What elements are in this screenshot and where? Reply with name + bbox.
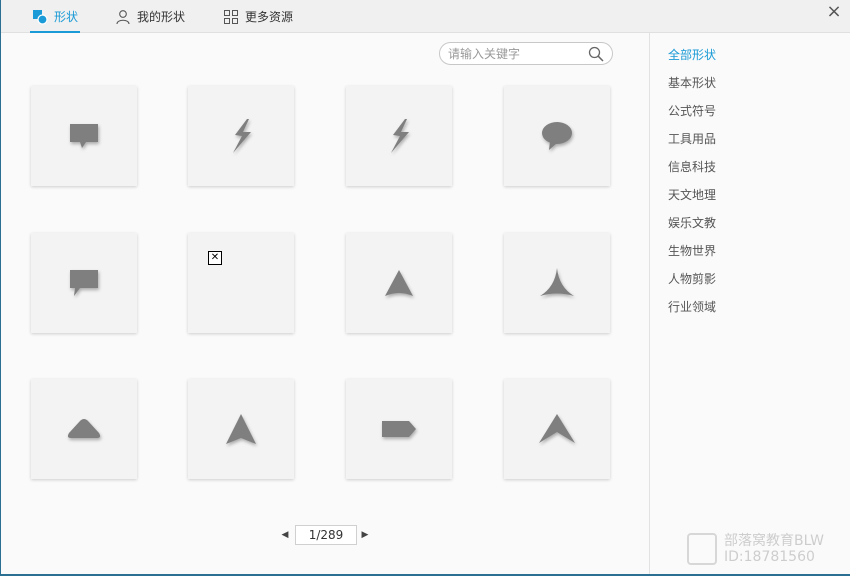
category-biology[interactable]: 生物世界 xyxy=(668,242,716,259)
shape-item[interactable] xyxy=(346,86,452,186)
tab-more-resources[interactable]: 更多资源 xyxy=(223,0,293,33)
shape-library-window: 形状 我的形状 更多资源 × 请输入关键字 ✕ ◀ 1/289 ▶ 全部形状 基… xyxy=(0,0,850,576)
tab-bar: 形状 我的形状 更多资源 × xyxy=(1,0,850,33)
watermark: 部落窝教育BLW ID:18781560 xyxy=(687,530,847,570)
category-info-tech[interactable]: 信息科技 xyxy=(668,158,716,175)
next-page-icon[interactable]: ▶ xyxy=(360,529,370,541)
shape-item[interactable] xyxy=(504,86,610,186)
grid-icon xyxy=(223,9,239,25)
concave-arrow-icon xyxy=(540,268,574,296)
speech-bubble-left-tail-icon xyxy=(70,270,98,296)
category-tools[interactable]: 工具用品 xyxy=(668,130,716,147)
category-silhouettes[interactable]: 人物剪影 xyxy=(668,270,716,287)
category-all-shapes[interactable]: 全部形状 xyxy=(668,46,716,63)
shape-item[interactable] xyxy=(346,379,452,479)
category-entertainment-education[interactable]: 娱乐文教 xyxy=(668,214,716,231)
tab-label: 我的形状 xyxy=(137,10,186,24)
watermark-logo-icon xyxy=(687,533,717,565)
shape-item[interactable] xyxy=(504,379,610,479)
user-icon xyxy=(115,9,131,25)
shape-icon xyxy=(32,9,48,25)
search-input[interactable] xyxy=(448,45,586,62)
rounded-triangle-icon xyxy=(67,419,101,438)
category-sidebar: 全部形状 基本形状 公式符号 工具用品 信息科技 天文地理 娱乐文教 生物世界 … xyxy=(649,33,850,574)
watermark-line1: 部落窝教育BLW xyxy=(724,533,824,549)
speech-bubble-oval-icon xyxy=(542,122,572,150)
shape-item[interactable] xyxy=(504,233,610,333)
lightning-bolt-icon xyxy=(391,119,409,153)
search-box xyxy=(439,42,613,65)
shape-item[interactable] xyxy=(188,379,294,479)
arrowhead-notched-icon xyxy=(226,414,256,444)
shape-item[interactable] xyxy=(31,379,137,479)
tab-my-shapes[interactable]: 我的形状 xyxy=(115,0,185,33)
search-icon[interactable] xyxy=(588,46,604,62)
lightning-bolt-icon xyxy=(233,119,251,153)
shape-item[interactable] xyxy=(31,86,137,186)
tab-shapes[interactable]: 形状 xyxy=(29,0,81,33)
pagination: ◀ 1/289 ▶ xyxy=(1,525,649,545)
pentagon-tag-icon xyxy=(382,421,416,437)
speech-bubble-rect-icon xyxy=(70,124,98,148)
category-industry[interactable]: 行业领域 xyxy=(668,298,716,315)
shape-item[interactable] xyxy=(188,86,294,186)
category-astronomy-geography[interactable]: 天文地理 xyxy=(668,186,716,203)
triangle-arrow-icon xyxy=(385,270,413,296)
prev-page-icon[interactable]: ◀ xyxy=(280,529,290,541)
chevron-arrowhead-icon xyxy=(539,414,575,443)
watermark-line2: ID:18781560 xyxy=(724,549,815,565)
shape-item[interactable]: ✕ xyxy=(188,233,294,333)
close-icon[interactable]: × xyxy=(823,2,845,24)
tab-label: 形状 xyxy=(54,10,79,24)
broken-image-icon: ✕ xyxy=(208,251,222,265)
tab-label: 更多资源 xyxy=(245,10,294,24)
shape-item[interactable] xyxy=(346,233,452,333)
category-formula-symbols[interactable]: 公式符号 xyxy=(668,102,716,119)
shape-item[interactable] xyxy=(31,233,137,333)
category-basic-shapes[interactable]: 基本形状 xyxy=(668,74,716,91)
page-indicator[interactable]: 1/289 xyxy=(295,525,357,545)
